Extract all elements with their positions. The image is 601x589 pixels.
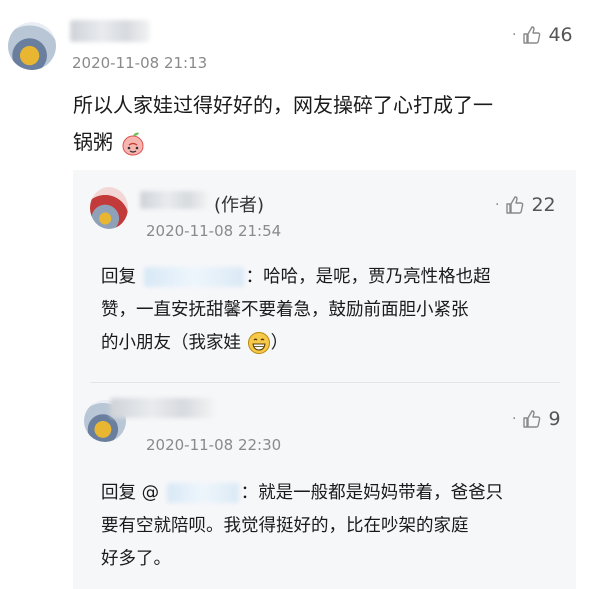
blurred-mention [166, 483, 239, 503]
divider [90, 382, 560, 383]
blurred-username [70, 20, 150, 42]
author-tag: (作者) [214, 195, 265, 216]
thumbs-up-icon [506, 196, 524, 214]
reply-text: 回复 @ ：就是一般都是妈妈带着，爸爸只 要有空就陪呗。我觉得挺好的，比在吵架的… [101, 477, 571, 576]
thumbs-up-icon [523, 26, 541, 44]
reply-line: 的小朋友（我家娃 ） [101, 332, 289, 354]
reply-timestamp: 2020-11-08 22:30 [146, 436, 282, 454]
reply-prefix: 回复 @ [101, 483, 160, 503]
reply-timestamp: 2020-11-08 21:54 [146, 222, 282, 240]
dot-separator: · [512, 411, 517, 427]
grin-emoji-icon [247, 332, 270, 354]
avatar[interactable] [8, 22, 56, 70]
comment-text: 所以人家娃过得好好的，网友操碎了心打成了一 锅粥 [73, 87, 593, 161]
peach-emoji-icon [122, 132, 144, 156]
reply-line: 好多了。 [101, 549, 171, 569]
dot-separator: · [512, 27, 517, 43]
like-button[interactable]: · 22 [495, 194, 556, 216]
reply-line: 要有空就陪呗。我觉得挺好的，比在吵架的家庭 [101, 516, 469, 536]
reply-prefix: 回复 [101, 267, 136, 287]
comment-line: 锅粥 [73, 124, 593, 161]
like-button[interactable]: · 9 [512, 408, 561, 430]
blurred-mention [143, 267, 244, 287]
comment-line: 所以人家娃过得好好的，网友操碎了心打成了一 [73, 93, 493, 117]
like-count: 22 [531, 194, 556, 216]
blurred-username [110, 398, 214, 418]
like-button[interactable]: · 46 [512, 24, 573, 46]
reply-text: 回复 ：哈哈，是呢，贾乃亮性格也超 赞，一直安抚甜馨不要着急，鼓励前面胆小紧张 … [101, 261, 571, 360]
blurred-username [140, 191, 208, 209]
reply-line: 回复 ：哈哈，是呢，贾乃亮性格也超 [101, 267, 491, 287]
reply-line: 赞，一直安抚甜馨不要着急，鼓励前面胆小紧张 [101, 300, 469, 320]
comment-timestamp: 2020-11-08 21:13 [72, 54, 208, 72]
like-count: 46 [548, 24, 573, 46]
avatar[interactable] [90, 187, 128, 229]
reply-line: 回复 @ ：就是一般都是妈妈带着，爸爸只 [101, 483, 504, 503]
thumbs-up-icon [523, 410, 541, 428]
dot-separator: · [495, 197, 500, 213]
like-count: 9 [548, 408, 561, 430]
